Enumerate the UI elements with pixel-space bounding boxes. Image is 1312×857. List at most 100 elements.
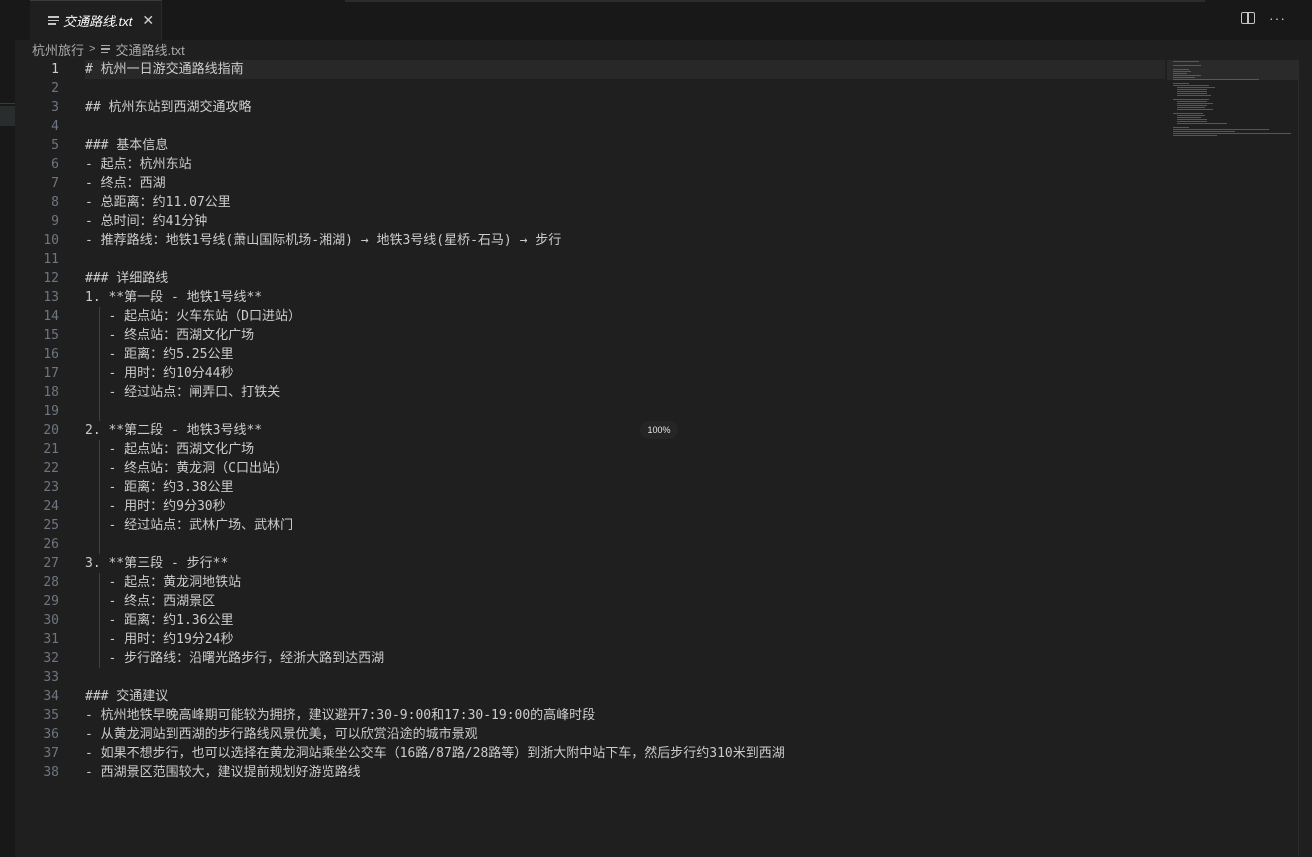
line-number: 21 bbox=[43, 442, 59, 457]
minimap-line bbox=[1173, 99, 1209, 100]
close-icon[interactable]: ✕ bbox=[142, 12, 154, 29]
split-editor-icon[interactable] bbox=[1241, 12, 1255, 24]
code-line[interactable]: 36 - 从黄龙洞站到西湖的步行路线风景优美，可以欣赏沿途的城市景观 bbox=[15, 725, 1165, 744]
line-number: 30 bbox=[43, 613, 59, 628]
line-number: 36 bbox=[43, 727, 59, 742]
activity-strip bbox=[0, 0, 15, 857]
minimap-line bbox=[1176, 123, 1227, 124]
minimap-line bbox=[1176, 117, 1201, 118]
line-number: 8 bbox=[51, 195, 59, 210]
editor-actions: ··· bbox=[1241, 11, 1286, 25]
code-line[interactable]: 3 ## 杭州东站到西湖交通攻略 bbox=[15, 98, 1165, 117]
code-line[interactable]: 2 bbox=[15, 79, 1165, 98]
minimap-line bbox=[1176, 89, 1207, 90]
minimap-line bbox=[1173, 69, 1189, 70]
line-text: - 步行路线：沿曙光路步行，经浙大路到达西湖 bbox=[85, 651, 385, 666]
code-line[interactable]: 10 - 推荐路线：地铁1号线(萧山国际机场-湘湖) → 地铁3号线(星桥-石马)… bbox=[15, 231, 1165, 250]
code-line[interactable]: 11 bbox=[15, 250, 1165, 269]
code-line[interactable]: 35 - 杭州地铁早晚高峰期可能较为拥挤，建议避开7:30-9:00和17:30-… bbox=[15, 706, 1165, 725]
minimap-line bbox=[1176, 93, 1207, 94]
minimap-line bbox=[1173, 73, 1187, 74]
line-text: - 西湖景区范围较大，建议提前规划好游览路线 bbox=[85, 765, 361, 780]
line-number: 15 bbox=[43, 328, 59, 343]
code-line[interactable]: 37 - 如果不想步行，也可以选择在黄龙洞站乘坐公交车（16路/87路/28路等）… bbox=[15, 744, 1165, 763]
code-line[interactable]: 14 - 起点站：火车东站（D口进站） bbox=[15, 307, 1165, 326]
code-line[interactable]: 1 # 杭州一日游交通路线指南 bbox=[15, 60, 1165, 79]
minimap-line bbox=[1173, 83, 1189, 84]
minimap-line bbox=[1173, 133, 1291, 134]
code-line[interactable]: 9 - 总时间：约41分钟 bbox=[15, 212, 1165, 231]
line-number: 29 bbox=[43, 594, 59, 609]
line-text: 3. **第三段 - 步行** bbox=[85, 556, 229, 571]
code-line[interactable]: 38 - 西湖景区范围较大，建议提前规划好游览路线 bbox=[15, 763, 1165, 782]
indent-guide bbox=[99, 573, 100, 668]
code-line[interactable]: 8 - 总距离：约11.07公里 bbox=[15, 193, 1165, 212]
line-text: - 用时：约9分30秒 bbox=[85, 499, 226, 514]
code-line[interactable]: 25 - 经过站点：武林广场、武林门 bbox=[15, 516, 1165, 535]
line-number: 32 bbox=[43, 651, 59, 666]
tab-title: 交通路线.txt bbox=[63, 14, 133, 29]
line-number: 6 bbox=[51, 157, 59, 172]
code-line[interactable]: 12 ### 详细路线 bbox=[15, 269, 1165, 288]
code-line[interactable]: 27 3. **第三段 - 步行** bbox=[15, 554, 1165, 573]
editor-tab[interactable]: 交通路线.txt ✕ bbox=[30, 0, 162, 40]
file-text-icon bbox=[48, 15, 59, 27]
line-text: - 距离：约3.38公里 bbox=[85, 480, 234, 495]
code-line[interactable]: 34 ### 交通建议 bbox=[15, 687, 1165, 706]
code-line[interactable]: 18 - 经过站点：闸弄口、打铁关 bbox=[15, 383, 1165, 402]
line-number: 20 bbox=[43, 423, 59, 438]
line-number: 17 bbox=[43, 366, 59, 381]
minimap-line bbox=[1176, 115, 1205, 116]
minimap-line bbox=[1173, 131, 1235, 132]
line-text: - 终点站：西湖文化广场 bbox=[85, 328, 255, 343]
breadcrumb-folder[interactable]: 杭州旅行 bbox=[32, 40, 84, 59]
code-line[interactable]: 21 - 起点站：西湖文化广场 bbox=[15, 440, 1165, 459]
code-line[interactable]: 19 bbox=[15, 402, 1165, 421]
code-line[interactable]: 16 - 距离：约5.25公里 bbox=[15, 345, 1165, 364]
code-line[interactable]: 15 - 终点站：西湖文化广场 bbox=[15, 326, 1165, 345]
minimap-line bbox=[1176, 121, 1207, 122]
line-text: # 杭州一日游交通路线指南 bbox=[85, 62, 244, 77]
line-number: 28 bbox=[43, 575, 59, 590]
code-line[interactable]: 22 - 终点站：黄龙洞（C口出站） bbox=[15, 459, 1165, 478]
tab-bar: 交通路线.txt ✕ ··· bbox=[15, 0, 1312, 40]
code-line[interactable]: 6 - 起点：杭州东站 bbox=[15, 155, 1165, 174]
code-line[interactable]: 32 - 步行路线：沿曙光路步行，经浙大路到达西湖 bbox=[15, 649, 1165, 668]
breadcrumb-file[interactable]: 交通路线.txt bbox=[115, 40, 184, 59]
more-actions-icon[interactable]: ··· bbox=[1269, 11, 1286, 25]
code-line[interactable]: 30 - 距离：约1.36公里 bbox=[15, 611, 1165, 630]
strip-highlight bbox=[0, 106, 15, 126]
minimap-line bbox=[1173, 65, 1201, 66]
line-number: 5 bbox=[51, 138, 59, 153]
line-text: - 杭州地铁早晚高峰期可能较为拥挤，建议避开7:30-9:00和17:30-19… bbox=[85, 708, 596, 723]
line-number: 18 bbox=[43, 385, 59, 400]
code-line[interactable]: 33 bbox=[15, 668, 1165, 687]
code-line[interactable]: 5 ### 基本信息 bbox=[15, 136, 1165, 155]
code-line[interactable]: 17 - 用时：约10分44秒 bbox=[15, 364, 1165, 383]
code-line[interactable]: 26 bbox=[15, 535, 1165, 554]
code-line[interactable]: 29 - 终点：西湖景区 bbox=[15, 592, 1165, 611]
minimap-line bbox=[1173, 135, 1217, 136]
line-text: ### 基本信息 bbox=[85, 138, 169, 153]
code-line[interactable]: 23 - 距离：约3.38公里 bbox=[15, 478, 1165, 497]
vertical-scrollbar[interactable] bbox=[1298, 60, 1312, 857]
minimap[interactable] bbox=[1173, 60, 1298, 150]
line-text: - 终点：西湖景区 bbox=[85, 594, 216, 609]
code-line[interactable]: 28 - 起点：黄龙洞地铁站 bbox=[15, 573, 1165, 592]
code-line[interactable]: 7 - 终点：西湖 bbox=[15, 174, 1165, 193]
zoom-indicator: 100% bbox=[640, 421, 678, 439]
indent-guide bbox=[99, 307, 100, 421]
minimap-line bbox=[1173, 113, 1203, 114]
code-line[interactable]: 13 1. **第一段 - 地铁1号线** bbox=[15, 288, 1165, 307]
code-line[interactable]: 4 bbox=[15, 117, 1165, 136]
code-line[interactable]: 20 2. **第二段 - 地铁3号线** bbox=[15, 421, 1165, 440]
minimap-line bbox=[1173, 127, 1189, 128]
line-number: 13 bbox=[43, 290, 59, 305]
line-text: - 用时：约19分24秒 bbox=[85, 632, 234, 647]
code-line[interactable]: 24 - 用时：约9分30秒 bbox=[15, 497, 1165, 516]
line-number: 14 bbox=[43, 309, 59, 324]
code-line[interactable]: 31 - 用时：约19分24秒 bbox=[15, 630, 1165, 649]
editor-text-area[interactable]: 1 # 杭州一日游交通路线指南 2 3 ## 杭州东站到西湖交通攻略 4 5 ### 基本信息… bbox=[15, 60, 1165, 857]
line-number: 24 bbox=[43, 499, 59, 514]
line-number: 22 bbox=[43, 461, 59, 476]
